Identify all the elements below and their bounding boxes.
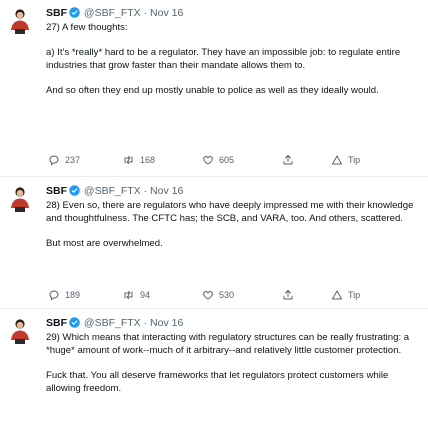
like-icon — [203, 290, 213, 300]
share-button[interactable] — [282, 152, 294, 168]
like-icon — [203, 155, 213, 165]
reply-button[interactable]: 237 — [48, 152, 80, 168]
separator-dot: · — [143, 317, 148, 329]
tweet-date[interactable]: Nov 16 — [150, 185, 183, 197]
retweet-count: 94 — [140, 290, 151, 300]
verified-badge-icon — [69, 7, 80, 18]
reply-icon — [49, 155, 59, 166]
retweet-icon — [124, 291, 133, 299]
retweet-icon — [124, 156, 133, 164]
tweet-text: 28) Even so, there are regulators who ha… — [46, 199, 420, 250]
tweet-paragraph: 28) Even so, there are regulators who ha… — [46, 200, 414, 224]
share-icon — [283, 290, 293, 300]
like-count: 605 — [219, 155, 235, 165]
tweet-text: 29) Which means that interacting with re… — [46, 331, 420, 395]
tweet[interactable]: SBF @SBF_FTX · Nov 16 29) Which means th… — [0, 310, 428, 431]
tweet-header: SBF @SBF_FTX · Nov 16 — [46, 6, 420, 20]
author-handle[interactable]: @SBF_FTX — [84, 7, 141, 19]
separator-dot: · — [143, 7, 148, 19]
author-name[interactable]: SBF — [46, 317, 67, 329]
like-button[interactable]: 605 — [202, 152, 234, 168]
verified-badge-icon — [69, 317, 80, 328]
avatar-icon[interactable] — [9, 186, 31, 212]
separator-dot: · — [143, 185, 148, 197]
like-button[interactable]: 530 — [202, 287, 234, 303]
avatar-icon[interactable] — [9, 318, 31, 344]
tweet-paragraph: 27) A few thoughts: — [46, 22, 128, 33]
tweet-date[interactable]: Nov 16 — [150, 7, 183, 19]
tip-button[interactable]: Tip — [331, 152, 360, 168]
tweet-date[interactable]: Nov 16 — [150, 317, 183, 329]
reply-icon — [49, 290, 59, 301]
tweet-header: SBF @SBF_FTX · Nov 16 — [46, 316, 420, 330]
share-button[interactable] — [282, 287, 294, 303]
author-name[interactable]: SBF — [46, 7, 67, 19]
tweet-paragraph: 29) Which means that interacting with re… — [46, 332, 410, 356]
retweet-button[interactable]: 94 — [122, 287, 150, 303]
verified-badge-icon — [69, 185, 80, 196]
like-count: 530 — [219, 290, 235, 300]
tweet-paragraph: Fuck that. You all deserve frameworks th… — [46, 370, 389, 394]
reply-count: 237 — [65, 155, 81, 165]
tweet-paragraph: But most are overwhelmed. — [46, 238, 163, 249]
tip-icon — [332, 155, 342, 165]
retweet-button[interactable]: 168 — [122, 152, 155, 168]
tip-label: Tip — [348, 290, 361, 300]
tweet-paragraph: a) It's *really* hard to be a regulator.… — [46, 47, 401, 71]
tip-icon — [332, 290, 342, 300]
author-name[interactable]: SBF — [46, 185, 67, 197]
author-handle[interactable]: @SBF_FTX — [84, 185, 141, 197]
author-handle[interactable]: @SBF_FTX — [84, 317, 141, 329]
tweet[interactable]: SBF @SBF_FTX · Nov 16 27) A few thoughts… — [0, 0, 428, 177]
avatar-icon[interactable] — [9, 8, 31, 34]
retweet-count: 168 — [140, 155, 156, 165]
tweet[interactable]: SBF @SBF_FTX · Nov 16 28) Even so, there… — [0, 178, 428, 309]
tweet-header: SBF @SBF_FTX · Nov 16 — [46, 184, 420, 198]
reply-count: 189 — [65, 290, 81, 300]
tweet-text: 27) A few thoughts: a) It's *really* har… — [46, 21, 420, 97]
tip-label: Tip — [348, 155, 361, 165]
share-icon — [283, 155, 293, 165]
tip-button[interactable]: Tip — [331, 287, 360, 303]
reply-button[interactable]: 189 — [48, 287, 80, 303]
tweet-paragraph: And so often they end up mostly unable t… — [46, 85, 379, 96]
